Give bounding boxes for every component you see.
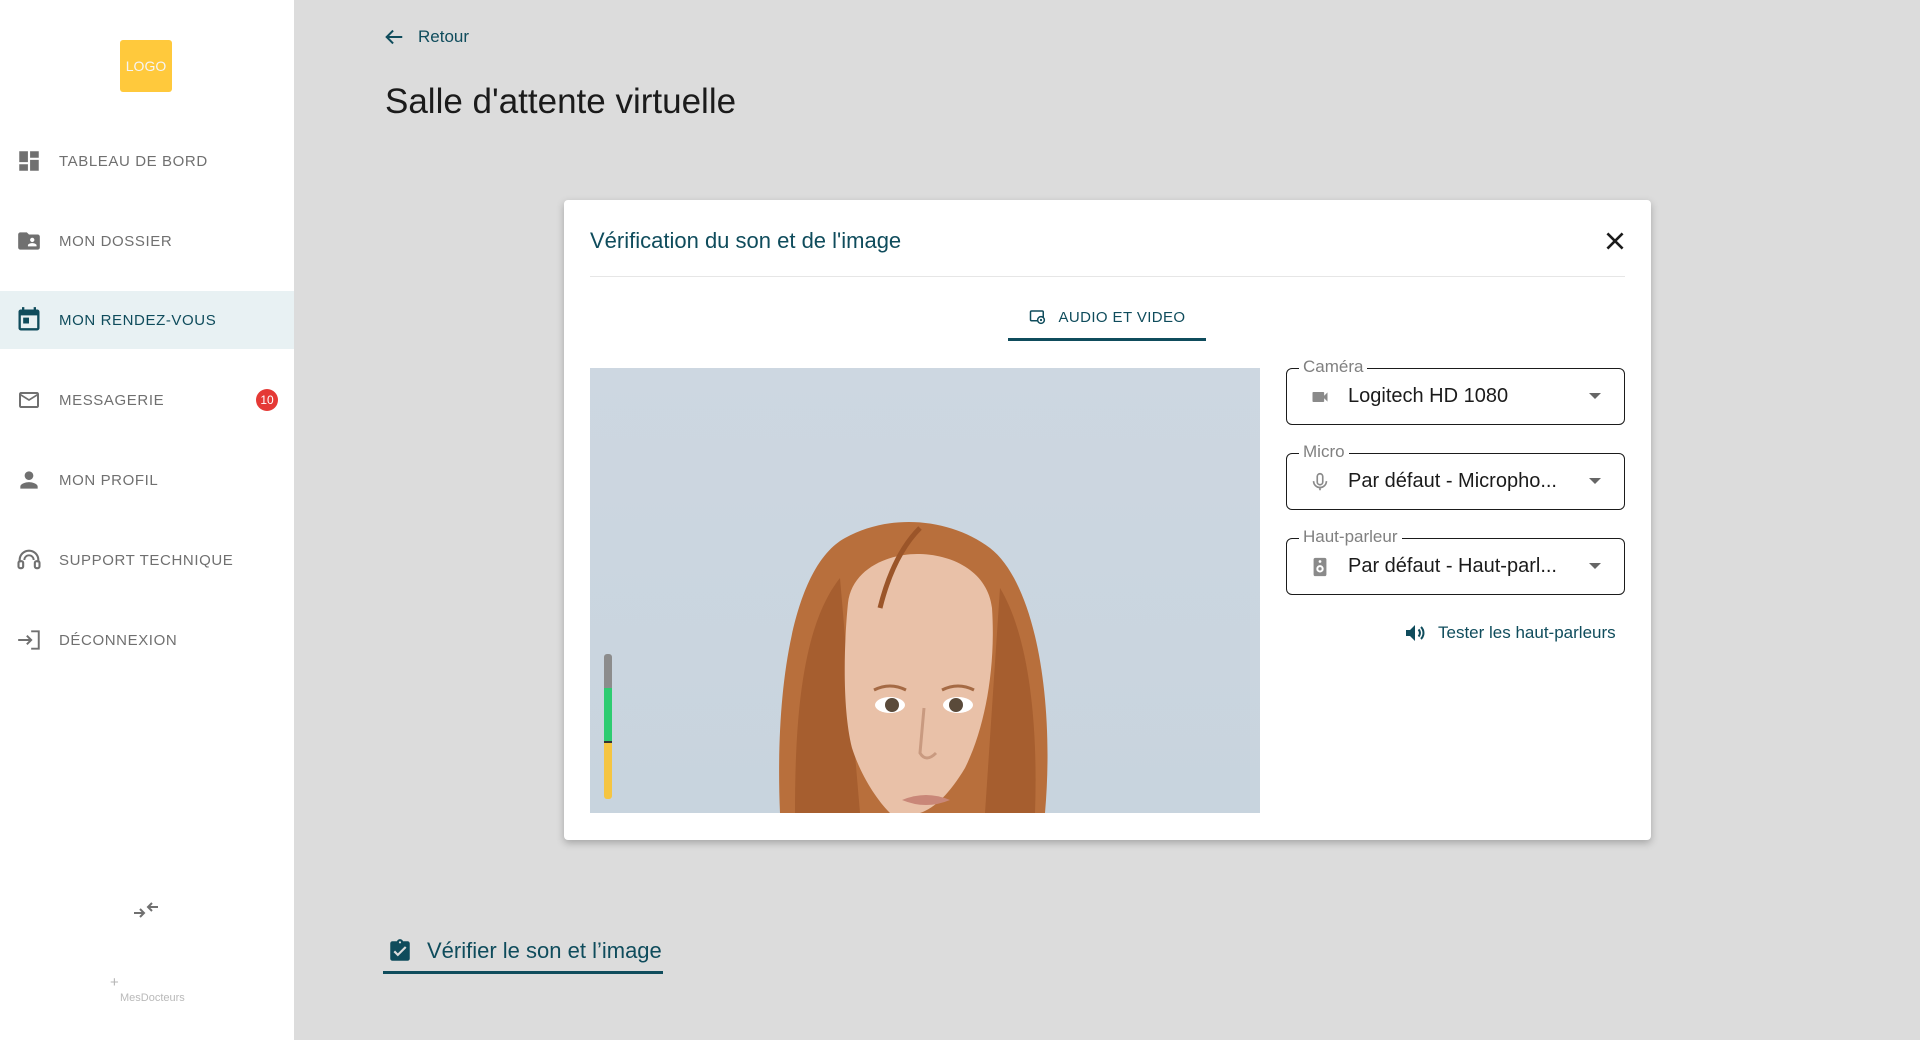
headset-icon	[15, 546, 43, 574]
sidebar-item-mon-profil[interactable]: MON PROFIL	[0, 451, 294, 509]
video-settings-icon	[1030, 310, 1046, 325]
brand-name: MesDocteurs	[120, 992, 185, 1004]
logo: LOGO	[120, 40, 172, 92]
collapse-arrows-icon	[134, 902, 158, 918]
dialog-title: Vérification du son et de l'image	[590, 228, 902, 253]
speaker-select-label: Haut-parleur	[1299, 527, 1402, 547]
plus-icon: +	[110, 974, 119, 991]
arrow-left-icon	[385, 29, 403, 45]
test-speakers-button[interactable]: Tester les haut-parleurs	[1402, 621, 1616, 645]
verify-av-button[interactable]: Vérifier le son et l’image	[383, 930, 663, 974]
camera-select[interactable]: Caméra Logitech HD 1080	[1286, 357, 1625, 425]
verify-av-label: Vérifier le son et l’image	[427, 937, 662, 963]
speaker-icon	[1307, 555, 1333, 579]
videocam-icon	[1307, 385, 1333, 409]
dropdown-arrow-icon	[1589, 478, 1601, 484]
sidebar-item-label: MESSAGERIE	[59, 391, 165, 409]
close-icon	[1606, 232, 1624, 250]
close-button[interactable]	[1602, 228, 1628, 254]
person-icon	[15, 466, 43, 494]
speaker-select-value: Par défaut - Haut-parl...	[1348, 555, 1557, 577]
tab-label: AUDIO ET VIDEO	[1058, 308, 1186, 326]
sidebar-item-support-technique[interactable]: SUPPORT TECHNIQUE	[0, 531, 294, 589]
collapse-sidebar-button[interactable]	[130, 898, 162, 922]
page-title: Salle d'attente virtuelle	[385, 82, 737, 121]
microphone-select-value: Par défaut - Micropho...	[1348, 470, 1557, 492]
folder-user-icon	[15, 227, 43, 255]
sidebar-item-label: TABLEAU DE BORD	[59, 152, 208, 170]
unread-count-badge: 10	[256, 389, 278, 411]
sidebar-item-tableau-de-bord[interactable]: TABLEAU DE BORD	[0, 132, 294, 190]
sidebar-item-mon-rendez-vous[interactable]: MON RENDEZ-VOUS	[0, 291, 294, 349]
sidebar-item-label: SUPPORT TECHNIQUE	[59, 551, 234, 569]
sidebar-item-label: DÉCONNEXION	[59, 631, 178, 649]
microphone-level-meter	[604, 654, 612, 799]
camera-preview	[590, 368, 1260, 813]
sidebar-item-messagerie[interactable]: MESSAGERIE 10	[0, 371, 294, 429]
speaker-select[interactable]: Haut-parleur Par défaut - Haut-parl...	[1286, 527, 1625, 595]
back-label: Retour	[418, 27, 470, 46]
dropdown-arrow-icon	[1589, 563, 1601, 569]
microphone-icon	[1307, 470, 1333, 494]
sidebar-item-label: MON RENDEZ-VOUS	[59, 311, 217, 329]
back-link[interactable]: Retour	[382, 26, 469, 48]
sidebar-item-label: MON DOSSIER	[59, 232, 173, 250]
dropdown-arrow-icon	[1589, 393, 1601, 399]
logout-icon	[15, 626, 43, 654]
divider	[590, 276, 1625, 277]
microphone-select[interactable]: Micro Par défaut - Micropho...	[1286, 442, 1625, 510]
test-speakers-label: Tester les haut-parleurs	[1438, 623, 1616, 642]
camera-feed-image	[590, 368, 1260, 813]
tab-audio-video[interactable]: AUDIO ET VIDEO	[1008, 296, 1206, 341]
mail-icon	[15, 386, 43, 414]
sidebar: LOGO TABLEAU DE BORD MON DOSSIER MON REN…	[0, 0, 294, 1040]
sidebar-item-deconnexion[interactable]: DÉCONNEXION	[0, 611, 294, 669]
sidebar-item-mon-dossier[interactable]: MON DOSSIER	[0, 212, 294, 270]
volume-up-icon	[1406, 625, 1425, 641]
clipboard-check-icon	[390, 938, 410, 961]
microphone-select-label: Micro	[1299, 442, 1349, 462]
dashboard-icon	[15, 147, 43, 175]
calendar-icon	[15, 306, 43, 334]
sidebar-item-label: MON PROFIL	[59, 471, 159, 489]
camera-select-value: Logitech HD 1080	[1348, 385, 1509, 407]
camera-select-label: Caméra	[1299, 357, 1368, 377]
av-check-dialog: Vérification du son et de l'image AUDIO …	[564, 200, 1651, 840]
